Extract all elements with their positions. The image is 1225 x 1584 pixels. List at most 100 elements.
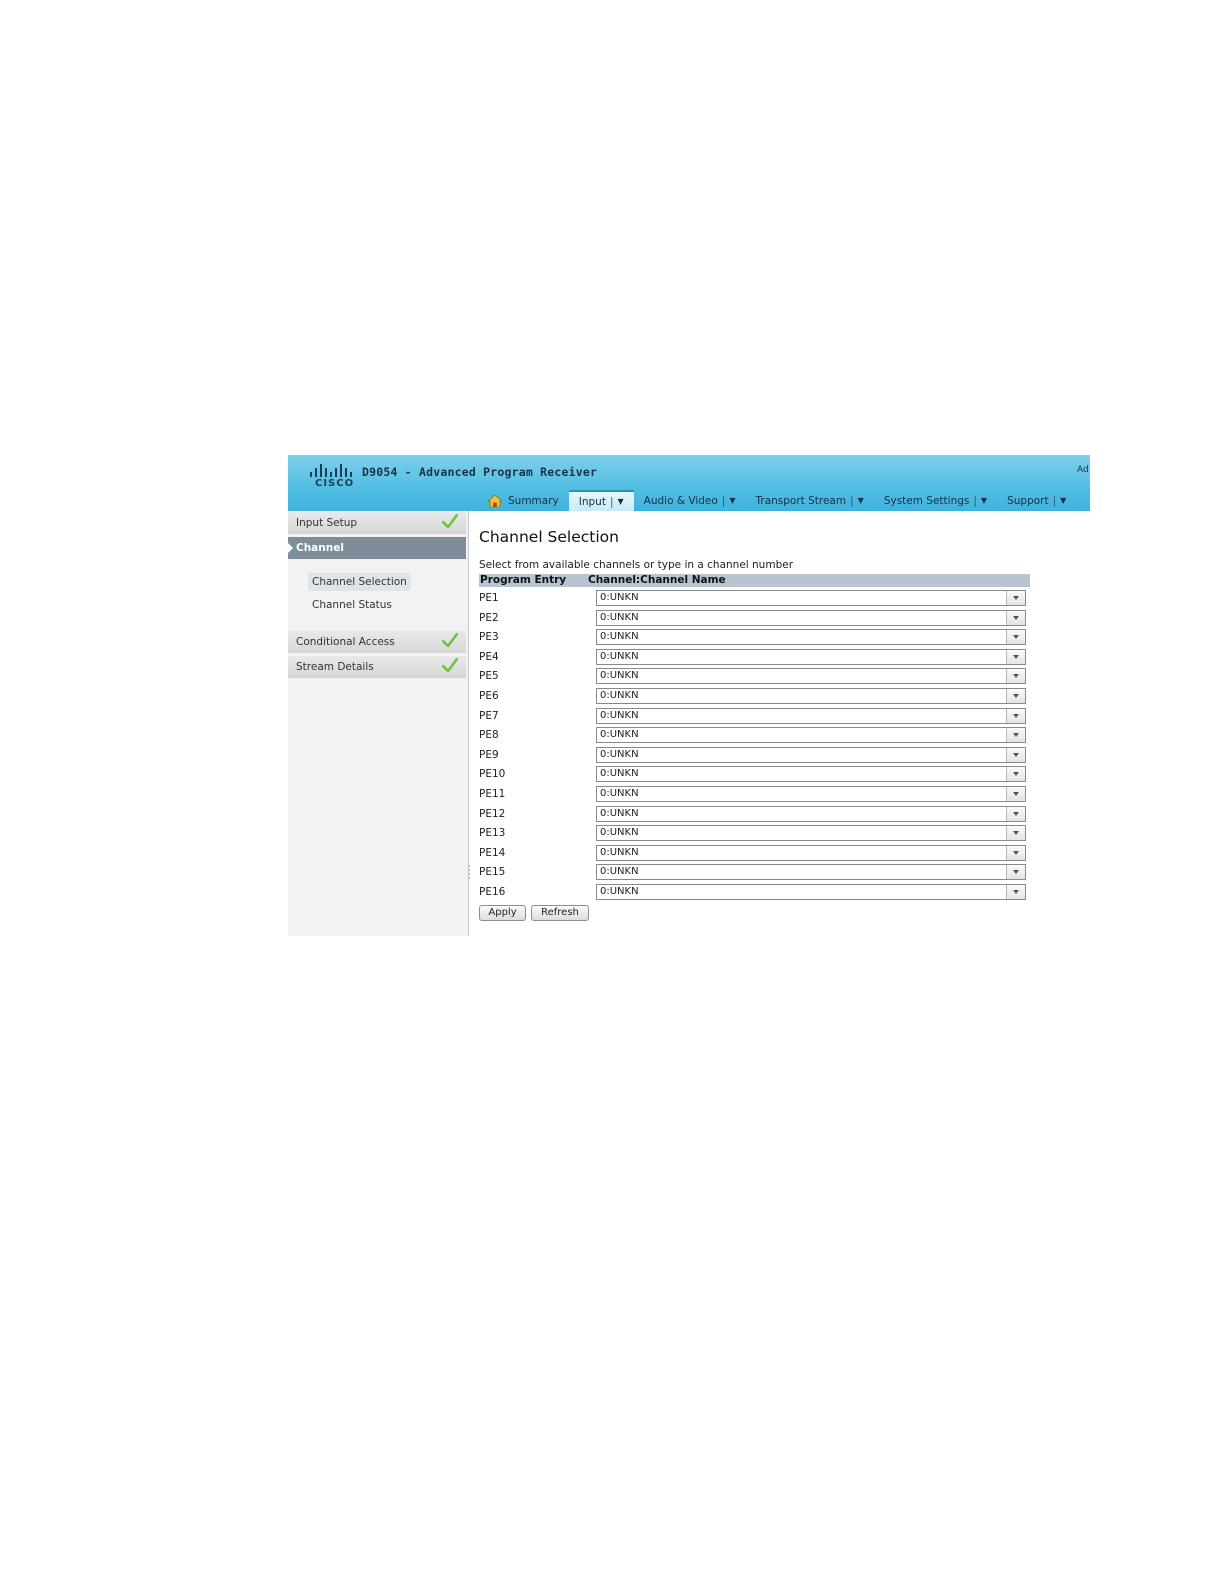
chevron-down-icon[interactable] — [1006, 767, 1025, 782]
chevron-down-icon[interactable] — [1006, 728, 1025, 743]
channel-select-value: 0:UNKN — [600, 748, 639, 760]
table-row: PE16 0:UNKN — [479, 883, 1030, 902]
cisco-logo: CISCO — [310, 464, 355, 494]
program-entry-label: PE8 — [479, 729, 499, 742]
channel-select[interactable]: 0:UNKN — [596, 864, 1026, 881]
chevron-down-icon[interactable] — [1006, 787, 1025, 801]
program-entry-label: PE11 — [479, 788, 506, 800]
column-header-channel-name: Channel:Channel Name — [588, 574, 726, 586]
user-label: Ad — [1077, 465, 1089, 475]
table-row: PE14 0:UNKN — [479, 844, 1030, 863]
chevron-down-icon[interactable] — [1006, 845, 1025, 860]
table-row: PE6 0:UNKN — [479, 687, 1030, 706]
table-row: PE10 0:UNKN — [479, 765, 1030, 784]
chevron-down-icon[interactable] — [1006, 689, 1025, 703]
chevron-down-icon[interactable] — [1006, 630, 1025, 645]
program-entry-label: PE9 — [479, 748, 499, 761]
nav-input[interactable]: Input | ▼ — [568, 490, 634, 511]
chevron-down-icon[interactable] — [1006, 669, 1025, 684]
channel-select-value: 0:UNKN — [600, 788, 639, 799]
program-entry-label: PE13 — [479, 827, 506, 840]
chevron-down-icon[interactable] — [1006, 649, 1025, 664]
channel-select-value: 0:UNKN — [600, 631, 639, 643]
logo-text: CISCO — [315, 478, 355, 489]
chevron-down-icon[interactable] — [1006, 591, 1025, 605]
sidebar-subitem-channel-selection[interactable]: Channel Selection — [308, 573, 411, 591]
channel-select[interactable]: 0:UNKN — [596, 688, 1026, 704]
chevron-down-icon[interactable] — [1006, 747, 1025, 762]
chevron-down-icon[interactable]: ▼ — [729, 496, 735, 505]
refresh-button[interactable]: Refresh — [531, 905, 589, 921]
channel-select[interactable]: 0:UNKN — [596, 805, 1026, 822]
sidebar-item-conditional-access[interactable]: Conditional Access — [288, 631, 466, 653]
apply-button[interactable]: Apply — [479, 905, 526, 921]
channel-select[interactable]: 0:UNKN — [596, 766, 1026, 783]
checkmark-icon — [441, 657, 459, 680]
nav-summary-label: Summary — [508, 494, 559, 507]
channel-select[interactable]: 0:UNKN — [596, 884, 1026, 900]
table-row: PE15 0:UNKN — [479, 863, 1030, 882]
sidebar-item-label: Conditional Access — [296, 636, 395, 648]
chevron-down-icon[interactable]: ▼ — [1060, 496, 1066, 505]
channel-select[interactable]: 0:UNKN — [596, 648, 1026, 665]
app-title: D9054 - Advanced Program Receiver — [362, 465, 598, 479]
sidebar-item-label: Stream Details — [296, 661, 374, 673]
chevron-down-icon[interactable] — [1006, 708, 1025, 723]
sidebar-item-stream-details[interactable]: Stream Details — [288, 656, 466, 678]
channel-select[interactable]: 0:UNKN — [596, 786, 1026, 802]
channel-select-value: 0:UNKN — [600, 670, 639, 682]
nav-audio-video[interactable]: Audio & Video | ▼ — [634, 490, 746, 511]
sidebar-subitem-channel-status[interactable]: Channel Status — [308, 596, 396, 614]
program-entry-label: PE2 — [479, 611, 499, 624]
sidebar-item-label: Input Setup — [296, 517, 358, 529]
channel-select[interactable]: 0:UNKN — [596, 668, 1026, 685]
nav-support[interactable]: Support | ▼ — [997, 490, 1076, 511]
nav-audio-video-label: Audio & Video — [643, 494, 718, 507]
channel-select-value: 0:UNKN — [600, 768, 639, 780]
home-icon — [488, 494, 502, 507]
channel-select[interactable]: 0:UNKN — [596, 629, 1026, 646]
channel-select[interactable]: 0:UNKN — [596, 609, 1026, 626]
table-row: PE5 0:UNKN — [479, 667, 1030, 686]
channel-select-value: 0:UNKN — [600, 807, 639, 819]
table-row: PE2 0:UNKN — [479, 609, 1030, 628]
chevron-down-icon[interactable] — [1006, 885, 1025, 899]
chevron-down-icon[interactable] — [1006, 865, 1025, 880]
chevron-down-icon[interactable]: ▼ — [618, 497, 624, 506]
channel-select[interactable]: 0:UNKN — [596, 590, 1026, 606]
channel-select[interactable]: 0:UNKN — [596, 825, 1026, 842]
channel-select[interactable]: 0:UNKN — [596, 746, 1026, 763]
chevron-down-icon[interactable]: ▼ — [981, 496, 987, 505]
channel-select[interactable]: 0:UNKN — [596, 844, 1026, 861]
header-bar: CISCO D9054 - Advanced Program Receiver … — [288, 455, 1090, 511]
channel-select-value: 0:UNKN — [600, 827, 639, 839]
nav-transport-stream-label: Transport Stream — [755, 494, 847, 507]
program-entry-label: PE6 — [479, 690, 499, 702]
program-entry-label: PE7 — [479, 709, 499, 722]
channel-select[interactable]: 0:UNKN — [596, 727, 1026, 744]
table-row: PE8 0:UNKN — [479, 726, 1030, 745]
table-row: PE4 0:UNKN — [479, 648, 1030, 667]
sidebar-item-input-setup[interactable]: Input Setup — [288, 512, 466, 534]
channel-select[interactable]: 0:UNKN — [596, 707, 1026, 724]
main-nav: Summary Input | ▼ Audio & Video | ▼ Tran… — [478, 490, 1076, 511]
chevron-down-icon[interactable] — [1006, 806, 1025, 821]
checkmark-icon — [441, 632, 459, 655]
sidebar: Input Setup Channel Channel Selection Ch… — [288, 511, 469, 936]
panel-splitter-handle[interactable]: · · · · — [468, 863, 471, 884]
nav-input-label: Input — [578, 495, 606, 508]
nav-support-label: Support — [1007, 494, 1049, 507]
program-entry-label: PE12 — [479, 807, 506, 820]
chevron-down-icon[interactable] — [1006, 610, 1025, 625]
instruction-text: Select from available channels or type i… — [479, 559, 794, 571]
program-entry-label: PE1 — [479, 592, 499, 604]
nav-transport-stream[interactable]: Transport Stream | ▼ — [746, 490, 874, 511]
program-entry-label: PE3 — [479, 631, 499, 644]
nav-system-settings[interactable]: System Settings | ▼ — [874, 490, 997, 511]
table-row: PE7 0:UNKN — [479, 707, 1030, 726]
sidebar-item-channel[interactable]: Channel — [288, 537, 466, 559]
chevron-down-icon[interactable]: ▼ — [858, 496, 864, 505]
table-row: PE3 0:UNKN — [479, 628, 1030, 647]
nav-summary[interactable]: Summary — [478, 490, 569, 511]
chevron-down-icon[interactable] — [1006, 826, 1025, 841]
